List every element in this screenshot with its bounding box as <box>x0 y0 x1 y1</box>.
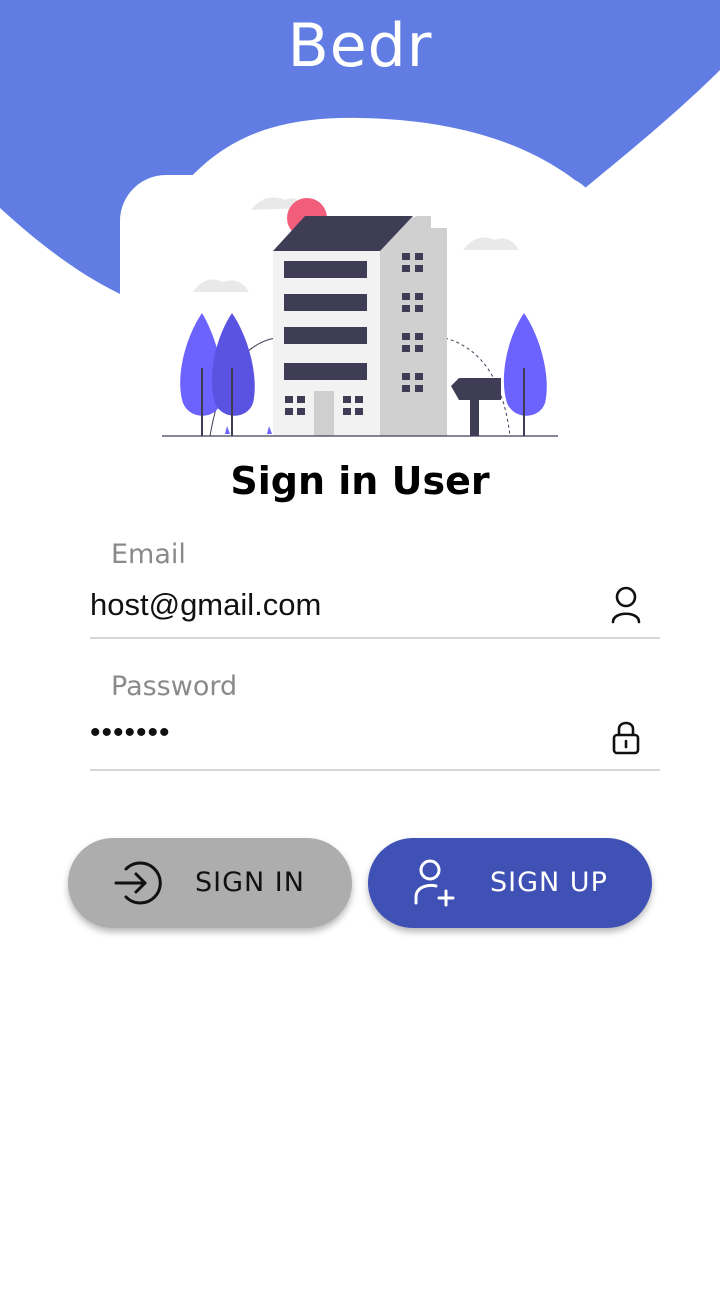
building-illustration <box>162 197 558 437</box>
user-icon <box>611 586 641 624</box>
login-icon <box>114 861 162 905</box>
sign-up-button[interactable]: SIGN UP <box>368 838 652 928</box>
password-field[interactable]: Password ••••••• <box>90 669 660 771</box>
password-label: Password <box>111 671 238 702</box>
email-field[interactable]: Email host@gmail.com <box>90 537 660 639</box>
app-title: Bedr <box>287 11 433 81</box>
add-user-icon <box>414 859 455 907</box>
password-input[interactable]: ••••••• <box>90 713 171 753</box>
email-label: Email <box>111 539 186 570</box>
lock-icon <box>612 721 640 755</box>
sign-up-label: SIGN UP <box>490 867 608 898</box>
sign-in-button[interactable]: SIGN IN <box>68 838 352 928</box>
sign-in-heading: Sign in User <box>230 459 490 503</box>
sign-in-label: SIGN IN <box>195 867 305 898</box>
email-input[interactable]: host@gmail.com <box>90 585 321 625</box>
